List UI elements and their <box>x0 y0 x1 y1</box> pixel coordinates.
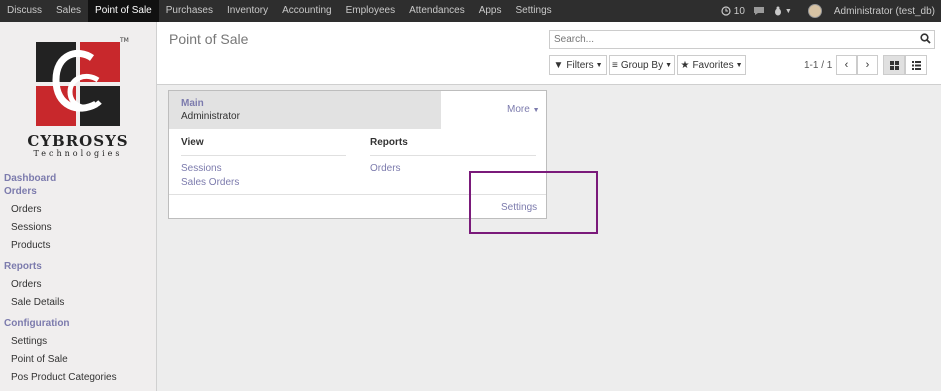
sidebar: TM CYBROSYS Technologies Dashboard Order… <box>0 22 157 391</box>
company-logo: TM CYBROSYS Technologies <box>0 22 156 170</box>
list-icon <box>911 60 921 70</box>
divider <box>370 155 536 156</box>
sidebar-item-sale-details[interactable]: Sale Details <box>0 294 156 312</box>
more-label: More <box>507 104 530 115</box>
menu-settings[interactable]: Settings <box>509 0 559 22</box>
chevron-left-icon: ‹ <box>844 59 849 71</box>
card-header: Main Administrator <box>169 91 441 129</box>
activity-button[interactable]: 10 <box>721 6 745 17</box>
caret-down-icon: ▼ <box>532 107 540 114</box>
star-icon: ★ <box>680 59 690 71</box>
menu-purchases[interactable]: Purchases <box>159 0 220 22</box>
user-name: Administrator (test_db) <box>833 5 935 17</box>
brand-subtitle: Technologies <box>33 149 123 158</box>
pos-user: Administrator <box>181 111 240 122</box>
sidebar-section-reports[interactable]: Reports <box>0 260 156 273</box>
sidebar-item-report-orders[interactable]: Orders <box>0 276 156 294</box>
filter-icon: ▼ <box>553 59 564 71</box>
chevron-right-icon: › <box>865 59 870 71</box>
sidebar-item-products[interactable]: Products <box>0 237 156 255</box>
menu-discuss[interactable]: Discuss <box>0 0 49 22</box>
filters-label: Filters <box>566 59 594 71</box>
app-menu: Discuss Sales Point of Sale Purchases In… <box>0 0 559 22</box>
menu-sales[interactable]: Sales <box>49 0 88 22</box>
svg-text:TM: TM <box>119 37 129 44</box>
caret-down-icon: ▼ <box>784 7 792 15</box>
more-dropdown[interactable]: More ▼ <box>507 104 540 115</box>
sidebar-item-point-of-sale[interactable]: Point of Sale <box>0 351 156 369</box>
pager-next-button[interactable]: › <box>857 55 878 75</box>
favorites-label: Favorites <box>692 59 734 71</box>
page-title: Point of Sale <box>169 31 249 47</box>
caret-down-icon: ▼ <box>595 61 603 69</box>
top-navbar: Discuss Sales Point of Sale Purchases In… <box>0 0 941 22</box>
clock-icon <box>721 6 731 16</box>
sidebar-item-settings[interactable]: Settings <box>0 333 156 351</box>
brand-name: CYBROSYS <box>27 132 129 150</box>
bars-icon: ≡ <box>611 59 618 71</box>
systray: 10 ▼ Administrator (test_db) <box>713 0 935 22</box>
caret-down-icon: ▼ <box>665 61 673 69</box>
favorites-button[interactable]: ★ Favorites ▼ <box>677 55 746 75</box>
bug-icon <box>774 6 781 16</box>
activity-count: 10 <box>733 5 745 17</box>
avatar <box>807 4 822 18</box>
grid-icon <box>889 60 899 70</box>
debug-button[interactable]: ▼ <box>773 6 792 16</box>
sidebar-item-pos-product-categories[interactable]: Pos Product Categories <box>0 369 156 387</box>
search-box <box>549 30 935 49</box>
menu-inventory[interactable]: Inventory <box>220 0 275 22</box>
menu-accounting[interactable]: Accounting <box>275 0 338 22</box>
control-panel: Point of Sale ▼ Filters ▼ ≡ Group By ▼ ★… <box>157 22 941 85</box>
reports-header: Reports <box>370 137 408 148</box>
sidebar-item-orders[interactable]: Orders <box>0 201 156 219</box>
sidebar-item-sessions[interactable]: Sessions <box>0 219 156 237</box>
group-by-label: Group By <box>620 59 664 71</box>
menu-attendances[interactable]: Attendances <box>402 0 472 22</box>
messages-button[interactable] <box>753 6 765 16</box>
kanban-view: Main Administrator More ▼ View Reports S… <box>157 85 941 391</box>
sidebar-section-configuration[interactable]: Configuration <box>0 317 156 330</box>
menu-employees[interactable]: Employees <box>339 0 402 22</box>
kanban-view-button[interactable] <box>883 55 905 75</box>
chat-icon <box>753 7 764 15</box>
sessions-link[interactable]: Sessions <box>181 163 222 174</box>
search-icon[interactable] <box>920 33 931 47</box>
caret-down-icon: ▼ <box>735 61 743 69</box>
highlight-annotation-box <box>469 171 598 234</box>
search-input[interactable] <box>550 31 908 48</box>
view-header: View <box>181 137 204 148</box>
pager-value: 1-1 / 1 <box>804 60 833 71</box>
report-orders-link[interactable]: Orders <box>370 163 401 174</box>
user-menu[interactable]: Administrator (test_db) <box>800 4 935 18</box>
sales-orders-link[interactable]: Sales Orders <box>181 177 239 188</box>
sidebar-section-orders[interactable]: Orders <box>0 185 156 198</box>
sidebar-section-dashboard[interactable]: Dashboard <box>0 172 156 185</box>
pager-previous-button[interactable]: ‹ <box>836 55 857 75</box>
filters-button[interactable]: ▼ Filters ▼ <box>549 55 607 75</box>
list-view-button[interactable] <box>905 55 927 75</box>
menu-apps[interactable]: Apps <box>472 0 509 22</box>
divider <box>181 155 346 156</box>
menu-point-of-sale[interactable]: Point of Sale <box>88 0 159 22</box>
group-by-button[interactable]: ≡ Group By ▼ <box>609 55 675 75</box>
sidebar-nav: Dashboard Orders Orders Sessions Product… <box>0 172 156 387</box>
pos-name[interactable]: Main <box>181 98 204 109</box>
